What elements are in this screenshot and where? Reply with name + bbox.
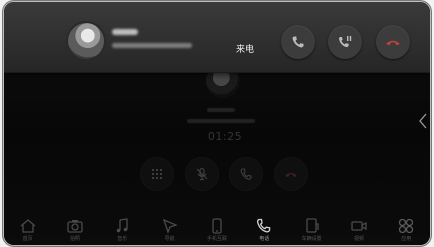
reject-button[interactable] xyxy=(376,25,410,59)
home-icon xyxy=(20,219,36,233)
call-duration: 01:25 xyxy=(207,130,243,143)
answer-button[interactable] xyxy=(281,25,315,59)
nav-item-car-settings[interactable]: 车辆设置 xyxy=(295,217,329,243)
keypad-icon xyxy=(152,169,162,179)
caller-name-blurred xyxy=(112,29,138,35)
apps-icon xyxy=(399,218,414,234)
nav-label: 视频 xyxy=(353,236,364,242)
contact-number-blurred xyxy=(187,119,255,123)
nav-label: 导航 xyxy=(164,236,175,242)
hang-up-icon xyxy=(285,173,297,177)
contact-name-blurred xyxy=(207,108,235,112)
nav-item-apps[interactable]: 应用 xyxy=(389,217,423,243)
side-panel-handle[interactable] xyxy=(416,110,430,132)
nav-item-video[interactable]: 视频 xyxy=(342,217,376,243)
nav-label: 首页 xyxy=(22,236,33,242)
nav-label: 电话 xyxy=(259,236,270,242)
nav-label: 手机互联 xyxy=(206,236,227,242)
camera-icon xyxy=(67,220,83,233)
caller-number-blurred xyxy=(112,43,192,48)
nav-label: 车辆设置 xyxy=(301,236,322,242)
nav-item-home[interactable]: 首页 xyxy=(11,217,45,243)
nav-item-camera[interactable]: 拍照 xyxy=(58,217,92,243)
incoming-call-label: 来电 xyxy=(236,45,255,55)
hang-up-icon xyxy=(386,40,400,46)
microphone-icon xyxy=(196,167,208,181)
nav-label: 音乐 xyxy=(117,236,128,242)
call-controls xyxy=(140,157,308,191)
call-screen: 01:25 来电 首页 拍照 音乐 导航 手机互联 电话 车辆设置 视频 应用 xyxy=(4,2,430,245)
caller-avatar xyxy=(68,23,104,59)
end-call-button[interactable] xyxy=(273,157,308,191)
phone-icon xyxy=(257,218,271,233)
handset-button[interactable] xyxy=(229,157,264,191)
handset-icon xyxy=(240,168,252,180)
keypad-button[interactable] xyxy=(140,157,174,191)
navigation-icon xyxy=(162,218,178,234)
nav-label: 应用 xyxy=(401,236,412,242)
hold-call-button[interactable] xyxy=(328,25,362,59)
hold-call-icon xyxy=(339,36,352,48)
incoming-call-banner: 来电 xyxy=(4,2,430,73)
video-icon xyxy=(351,221,367,231)
bottom-nav-bar: 首页 拍照 音乐 导航 手机互联 电话 车辆设置 视频 应用 xyxy=(4,207,430,245)
nav-item-phone[interactable]: 电话 xyxy=(247,217,281,243)
mute-button[interactable] xyxy=(184,157,219,191)
nav-label: 拍照 xyxy=(69,236,80,242)
answer-icon xyxy=(292,36,304,48)
nav-item-phone-link[interactable]: 手机互联 xyxy=(200,217,234,243)
music-note-icon xyxy=(117,218,128,233)
nav-item-music[interactable]: 音乐 xyxy=(105,217,139,243)
chevron-left-icon xyxy=(419,113,427,129)
car-settings-icon xyxy=(305,218,319,233)
head-unit-screen: 01:25 来电 首页 拍照 音乐 导航 手机互联 电话 车辆设置 视频 应用 xyxy=(4,2,430,245)
nav-item-navigation[interactable]: 导航 xyxy=(153,217,187,243)
phone-link-icon xyxy=(212,218,222,234)
